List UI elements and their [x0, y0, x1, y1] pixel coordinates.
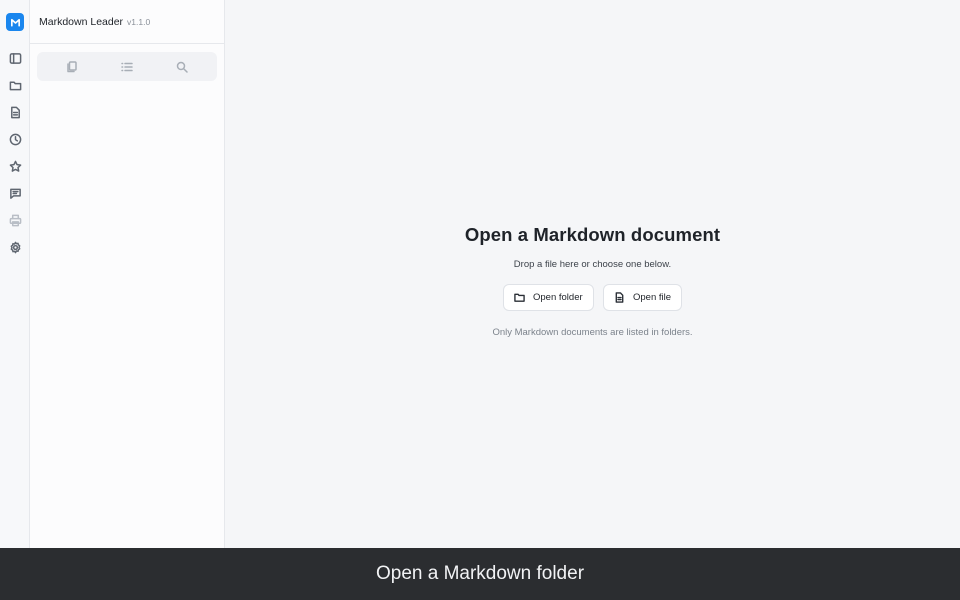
open-file-label: Open file: [633, 292, 672, 303]
files-icon: [67, 60, 78, 72]
folder-icon: [514, 293, 525, 302]
app-logo: [6, 13, 24, 31]
outline-list-icon: [121, 62, 133, 71]
folder-icon: [9, 81, 21, 90]
document-icon: [10, 106, 20, 118]
empty-subtitle: Drop a file here or choose one below.: [513, 259, 672, 270]
tab-search[interactable]: [170, 56, 194, 78]
document-icon: [615, 292, 624, 303]
empty-note: Only Markdown documents are listed in fo…: [492, 327, 693, 338]
open-folder-label: Open folder: [533, 292, 583, 303]
favorites-button[interactable]: [5, 156, 25, 176]
sidebar-toggle-button[interactable]: [5, 48, 25, 68]
app-name: Markdown Leader: [39, 15, 124, 28]
open-folder-button[interactable]: Open folder: [503, 284, 594, 311]
gear-icon: [10, 241, 20, 253]
empty-state: Open a Markdown document Drop a file her…: [225, 224, 960, 338]
print-button[interactable]: [5, 210, 25, 230]
comments-button[interactable]: [5, 183, 25, 203]
tab-files[interactable]: [60, 56, 84, 78]
recent-files-button[interactable]: [5, 129, 25, 149]
sidebar-tabs: [37, 52, 217, 81]
app-version: v1.1.0: [127, 16, 151, 27]
main-content: Open a Markdown document Drop a file her…: [225, 0, 960, 548]
clock-icon: [9, 133, 21, 145]
comment-icon: [9, 188, 21, 199]
activity-bar: [0, 0, 30, 548]
star-icon: [9, 160, 21, 172]
caption-text: Open a Markdown folder: [375, 563, 585, 584]
markdown-logo-icon: [10, 18, 20, 27]
page-title: Open a Markdown document: [464, 224, 721, 245]
tab-outline[interactable]: [115, 56, 139, 78]
printer-icon: [9, 214, 21, 226]
open-file-button[interactable]: Open file: [603, 284, 682, 311]
search-icon: [176, 61, 188, 73]
sidebar-toggle-icon: [9, 52, 21, 64]
open-folder-activity-button[interactable]: [5, 75, 25, 95]
caption-bar: Open a Markdown folder: [0, 548, 960, 600]
sidebar-header: Markdown Leader v1.1.0: [30, 0, 224, 44]
action-buttons: Open folder Open file: [225, 284, 960, 311]
sidebar: Markdown Leader v1.1.0: [30, 0, 225, 548]
settings-button[interactable]: [5, 237, 25, 257]
open-file-activity-button[interactable]: [5, 102, 25, 122]
